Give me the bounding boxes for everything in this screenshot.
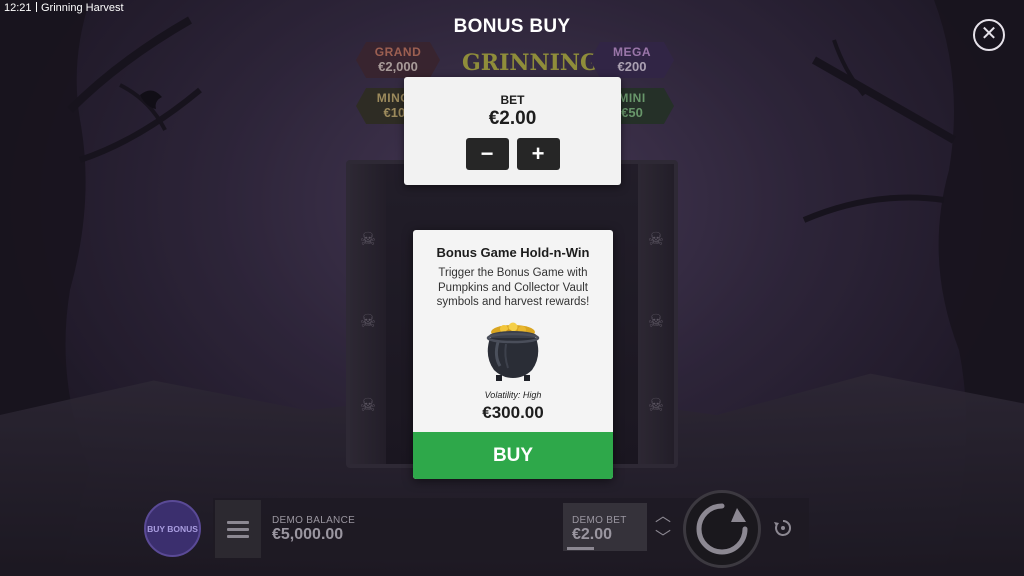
close-button[interactable]: ✕ xyxy=(973,19,1005,51)
bet-level-indicator xyxy=(567,547,594,550)
buy-button[interactable]: BUY xyxy=(413,432,613,479)
bet-controls: − + xyxy=(404,138,621,170)
spin-button[interactable] xyxy=(683,490,761,568)
bonus-title: Bonus Game Hold-n-Win xyxy=(436,245,590,260)
bet-panel: BET €2.00 − + xyxy=(404,77,621,185)
status-game-title: Grinning Harvest xyxy=(36,2,124,14)
volatility-label: Volatility: High xyxy=(484,389,542,400)
decrease-bet-button[interactable]: − xyxy=(465,138,509,170)
increase-bet-button[interactable]: + xyxy=(516,138,560,170)
chevron-up-icon: ︿ xyxy=(654,508,671,525)
hamburger-menu-icon xyxy=(227,520,249,524)
bonus-offer-card: Bonus Game Hold-n-Win Trigger the Bonus … xyxy=(413,230,613,479)
bet-down-button[interactable]: ﹀ xyxy=(652,530,674,548)
bet-value: €2.00 xyxy=(488,108,537,129)
close-icon: ✕ xyxy=(980,23,998,45)
demo-bet-value: €2.00 xyxy=(572,526,613,543)
demo-bet-label: DEMO BET xyxy=(572,515,627,526)
bonus-price: €300.00 xyxy=(482,402,544,422)
bonus-image xyxy=(413,320,613,382)
chevron-down-icon: ﹀ xyxy=(654,530,671,547)
spin-icon xyxy=(696,503,748,555)
balance-label: DEMO BALANCE xyxy=(272,515,356,526)
menu-button[interactable] xyxy=(215,500,261,558)
balance-value: €5,000.00 xyxy=(272,526,344,543)
autoplay-button[interactable] xyxy=(771,518,795,542)
autoplay-icon xyxy=(774,519,792,536)
modal-title: BONUS BUY xyxy=(453,16,571,37)
status-time: 12:21 xyxy=(4,2,32,14)
buy-bonus-button[interactable]: BUY BONUS xyxy=(144,500,201,557)
gold-cauldron-icon xyxy=(486,322,540,381)
bonus-description: Trigger the Bonus Game with Pumpkins and… xyxy=(436,267,590,308)
bet-up-button[interactable]: ︿ xyxy=(652,508,674,526)
bet-label: BET xyxy=(500,93,525,107)
